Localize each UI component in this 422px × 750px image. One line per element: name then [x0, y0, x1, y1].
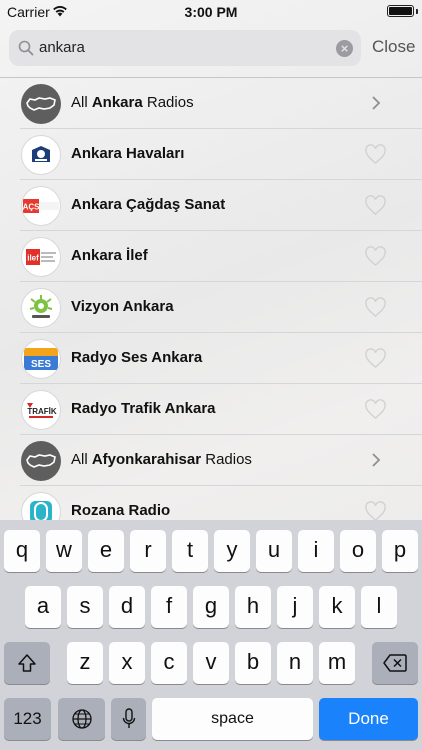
battery-icon [387, 5, 414, 17]
heart-icon[interactable] [364, 399, 387, 420]
close-button[interactable]: Close [372, 37, 415, 57]
chevron-right-icon [372, 96, 381, 110]
turkey-map-icon [21, 84, 61, 124]
search-input[interactable]: ankara [39, 39, 85, 56]
shift-key[interactable] [4, 642, 50, 684]
station-name: Ankara Havaları [71, 145, 185, 162]
vizyon-logo [21, 288, 61, 328]
list-item-station[interactable]: AÇS Ankara Çağdaş Sanat [0, 180, 422, 231]
station-name: Ankara Çağdaş Sanat [71, 196, 226, 213]
numbers-key[interactable]: 123 [4, 698, 51, 740]
row-label: All Afyonkarahisar Radios [71, 451, 252, 468]
heart-icon[interactable] [364, 246, 387, 267]
key-k[interactable]: k [319, 586, 355, 628]
list-item-station[interactable]: SES Radyo Ses Ankara [0, 333, 422, 384]
key-v[interactable]: v [193, 642, 229, 684]
key-l[interactable]: l [361, 586, 397, 628]
keyboard: q w e r t y u i o p a s d f g h j k l z … [0, 520, 422, 750]
heart-icon[interactable] [364, 195, 387, 216]
key-j[interactable]: j [277, 586, 313, 628]
key-w[interactable]: w [46, 530, 82, 572]
globe-key[interactable] [58, 698, 105, 740]
row-label: All Ankara Radios [71, 94, 194, 111]
globe-icon [71, 709, 92, 729]
heart-icon[interactable] [364, 144, 387, 165]
list-item-all-afyonkarahisar-radios[interactable]: All Afyonkarahisar Radios [0, 435, 422, 486]
station-name: Radyo Trafik Ankara [71, 400, 216, 417]
key-y[interactable]: y [214, 530, 250, 572]
key-q[interactable]: q [4, 530, 40, 572]
key-n[interactable]: n [277, 642, 313, 684]
ankara-havalari-logo [21, 135, 61, 175]
key-r[interactable]: r [130, 530, 166, 572]
chevron-right-icon [372, 453, 381, 467]
key-c[interactable]: c [151, 642, 187, 684]
turkey-map-icon [21, 441, 61, 481]
battery-tip [416, 9, 418, 14]
backspace-key[interactable] [372, 642, 418, 684]
dictation-key[interactable] [111, 698, 146, 740]
results-list: All Ankara Radios Ankara Havaları AÇS An… [0, 78, 422, 537]
list-item-station[interactable]: Vizyon Ankara [0, 282, 422, 333]
svg-text:TRAFİK: TRAFİK [27, 407, 57, 416]
station-name: Vizyon Ankara [71, 298, 174, 315]
screen: Carrier 3:00 PM ankara × Close All Ankar… [0, 0, 422, 750]
radyo-ses-logo: SES [21, 339, 61, 379]
ilef-logo: ilef [21, 237, 61, 277]
station-name: Radyo Ses Ankara [71, 349, 203, 366]
svg-text:AÇS: AÇS [23, 203, 40, 212]
key-x[interactable]: x [109, 642, 145, 684]
list-item-station[interactable]: TRAFİK Radyo Trafik Ankara [0, 384, 422, 435]
done-key[interactable]: Done [319, 698, 418, 740]
heart-icon[interactable] [364, 297, 387, 318]
svg-text:ilef: ilef [27, 254, 39, 263]
key-p[interactable]: p [382, 530, 418, 572]
clock: 3:00 PM [184, 4, 238, 20]
clear-search-icon[interactable]: × [336, 40, 353, 57]
station-name: Ankara İlef [71, 247, 148, 264]
heart-icon[interactable] [364, 501, 387, 522]
heart-icon[interactable] [364, 348, 387, 369]
key-t[interactable]: t [172, 530, 208, 572]
search-field[interactable]: ankara × [9, 30, 361, 66]
key-a[interactable]: a [25, 586, 61, 628]
key-u[interactable]: u [256, 530, 292, 572]
key-i[interactable]: i [298, 530, 334, 572]
key-d[interactable]: d [109, 586, 145, 628]
station-name: Rozana Radio [71, 502, 171, 519]
search-icon [18, 40, 34, 56]
key-f[interactable]: f [151, 586, 187, 628]
key-b[interactable]: b [235, 642, 271, 684]
svg-text:SES: SES [31, 359, 51, 370]
key-h[interactable]: h [235, 586, 271, 628]
key-m[interactable]: m [319, 642, 355, 684]
list-item-station[interactable]: Ankara Havaları [0, 129, 422, 180]
list-item-station[interactable]: ilef Ankara İlef [0, 231, 422, 282]
key-z[interactable]: z [67, 642, 103, 684]
key-s[interactable]: s [67, 586, 103, 628]
key-g[interactable]: g [193, 586, 229, 628]
microphone-icon [122, 708, 135, 728]
space-key[interactable]: space [152, 698, 313, 740]
shift-icon [18, 654, 36, 672]
key-e[interactable]: e [88, 530, 124, 572]
radyo-trafik-logo: TRAFİK [21, 390, 61, 430]
list-item-all-ankara-radios[interactable]: All Ankara Radios [0, 78, 422, 129]
status-bar: Carrier 3:00 PM [0, 0, 422, 24]
key-o[interactable]: o [340, 530, 376, 572]
backspace-icon [383, 654, 407, 672]
acs-radyosu-logo: AÇS [21, 186, 61, 226]
